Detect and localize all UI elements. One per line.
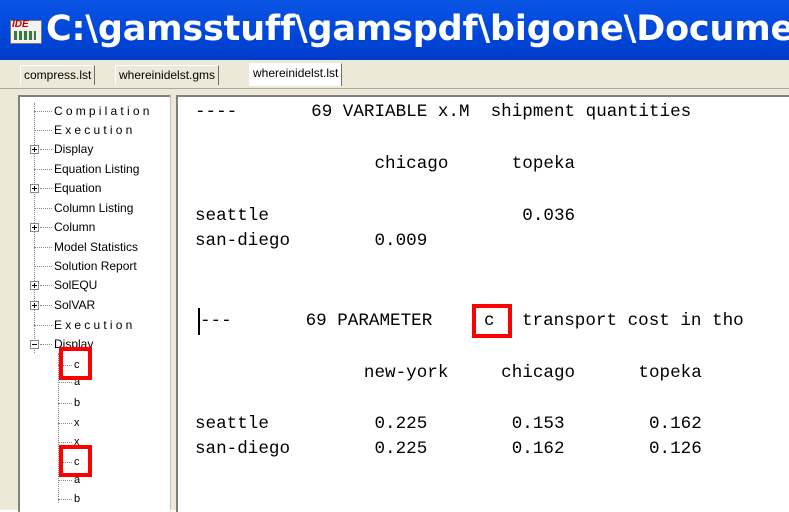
- collapse-minus-icon[interactable]: [30, 340, 39, 349]
- tree-branch-line: [58, 499, 72, 500]
- tree-item-label: Equation: [54, 181, 102, 195]
- tree-item-label: Equation Listing: [54, 162, 140, 176]
- tree-item-solution-report[interactable]: Solution Report: [54, 257, 137, 275]
- tree-item-display[interactable]: Display: [54, 140, 93, 158]
- gams-ide-icon[interactable]: IDE: [10, 19, 42, 44]
- tree-child-b-2[interactable]: b: [74, 492, 80, 506]
- tree-item-label: Column: [54, 220, 96, 234]
- tree-branch-line: [34, 325, 52, 326]
- ide-icon-grid: [14, 31, 36, 40]
- tree-child-b[interactable]: b: [74, 396, 80, 410]
- tree-child-x[interactable]: x: [74, 416, 80, 430]
- tree-branch-line: [34, 266, 52, 267]
- tree-item-equation[interactable]: Equation: [54, 179, 101, 197]
- tree-item-label: Solution Report: [54, 259, 137, 273]
- tree-item-equation-listing[interactable]: Equation Listing: [54, 160, 139, 178]
- tree-branch-line: [40, 305, 52, 306]
- tree-item-label: SolVAR: [54, 298, 96, 312]
- tab-compress-lst[interactable]: compress.lst: [20, 65, 96, 85]
- title-bar: IDE C:\gamsstuff\gamspdf\bigone\Documen: [0, 0, 789, 60]
- listing-tree-panel[interactable]: Compilation Execution Display Equation L…: [18, 95, 172, 512]
- tree-item-compilation[interactable]: Compilation: [54, 102, 153, 120]
- tree-item-label: Display: [54, 142, 94, 156]
- tab-whereinidelst-lst[interactable]: whereinidelst.lst: [249, 63, 343, 86]
- tree-item-label: Column Listing: [54, 201, 134, 215]
- listing-line: --- 69 PARAMETER: [200, 311, 433, 331]
- tree-item-label: SolEQU: [54, 278, 98, 292]
- tree-branch-line: [58, 382, 72, 383]
- tree-item-model-statistics[interactable]: Model Statistics: [54, 238, 138, 256]
- listing-line: ---- 69 VARIABLE x.M shipment quantities: [195, 102, 692, 122]
- tree-item-solvar[interactable]: SolVAR: [54, 296, 95, 314]
- tree-item-column-listing[interactable]: Column Listing: [54, 199, 133, 217]
- tree-branch-line: [40, 344, 52, 345]
- expand-plus-icon[interactable]: [30, 184, 39, 193]
- expand-plus-icon[interactable]: [30, 145, 39, 154]
- tree-branch-line: [34, 208, 52, 209]
- tree-branch-line: [34, 169, 52, 170]
- ide-icon-text: IDE: [12, 19, 29, 30]
- tab-whereinidelst-gms[interactable]: whereinidelst.gms: [115, 65, 220, 85]
- tree-branch-line: [34, 111, 52, 112]
- window-title: C:\gamsstuff\gamspdf\bigone\Documen: [46, 9, 789, 49]
- tree-item-label: Model Statistics: [54, 240, 139, 254]
- tree-branch-line: [58, 423, 72, 424]
- file-tab-strip: compress.lst whereinidelst.gms whereinid…: [0, 60, 789, 89]
- tree-branch-line: [58, 442, 72, 443]
- tree-item-execution-2[interactable]: Execution: [54, 316, 136, 334]
- highlight-box-tree-c-2: [59, 445, 92, 477]
- tree-branch-line: [58, 403, 72, 404]
- tree-branch-line: [34, 130, 52, 131]
- tree-item-label: Execution: [54, 123, 136, 137]
- tree-item-label: Execution: [54, 318, 136, 332]
- listing-highlighted-symbol: c: [484, 311, 495, 331]
- tree-branch-line: [40, 227, 52, 228]
- expand-plus-icon[interactable]: [30, 281, 39, 290]
- listing-line: new-york chicago topeka: [195, 363, 702, 383]
- listing-line: chicago topeka: [195, 154, 576, 174]
- expand-plus-icon[interactable]: [30, 301, 39, 310]
- listing-line: transport cost in tho: [522, 311, 744, 331]
- tree-item-column[interactable]: Column: [54, 218, 95, 236]
- listing-line: san-diego 0.225 0.162 0.126: [195, 439, 702, 459]
- listing-line: seattle 0.225 0.153 0.162: [195, 414, 702, 434]
- listing-line: san-diego 0.009: [195, 231, 428, 251]
- listing-line: seattle 0.036: [195, 206, 576, 226]
- tree-branch-line: [58, 480, 72, 481]
- tree-branch-line: [40, 285, 52, 286]
- highlight-box-tree-c: [59, 347, 92, 380]
- tree-item-solequ[interactable]: SolEQU: [54, 276, 97, 294]
- tree-branch-line: [40, 149, 52, 150]
- tree-branch-line: [34, 247, 52, 248]
- tree-item-label: Compilation: [54, 104, 153, 118]
- tree-item-execution[interactable]: Execution: [54, 121, 136, 139]
- expand-plus-icon[interactable]: [30, 223, 39, 232]
- tree-branch-line: [40, 188, 52, 189]
